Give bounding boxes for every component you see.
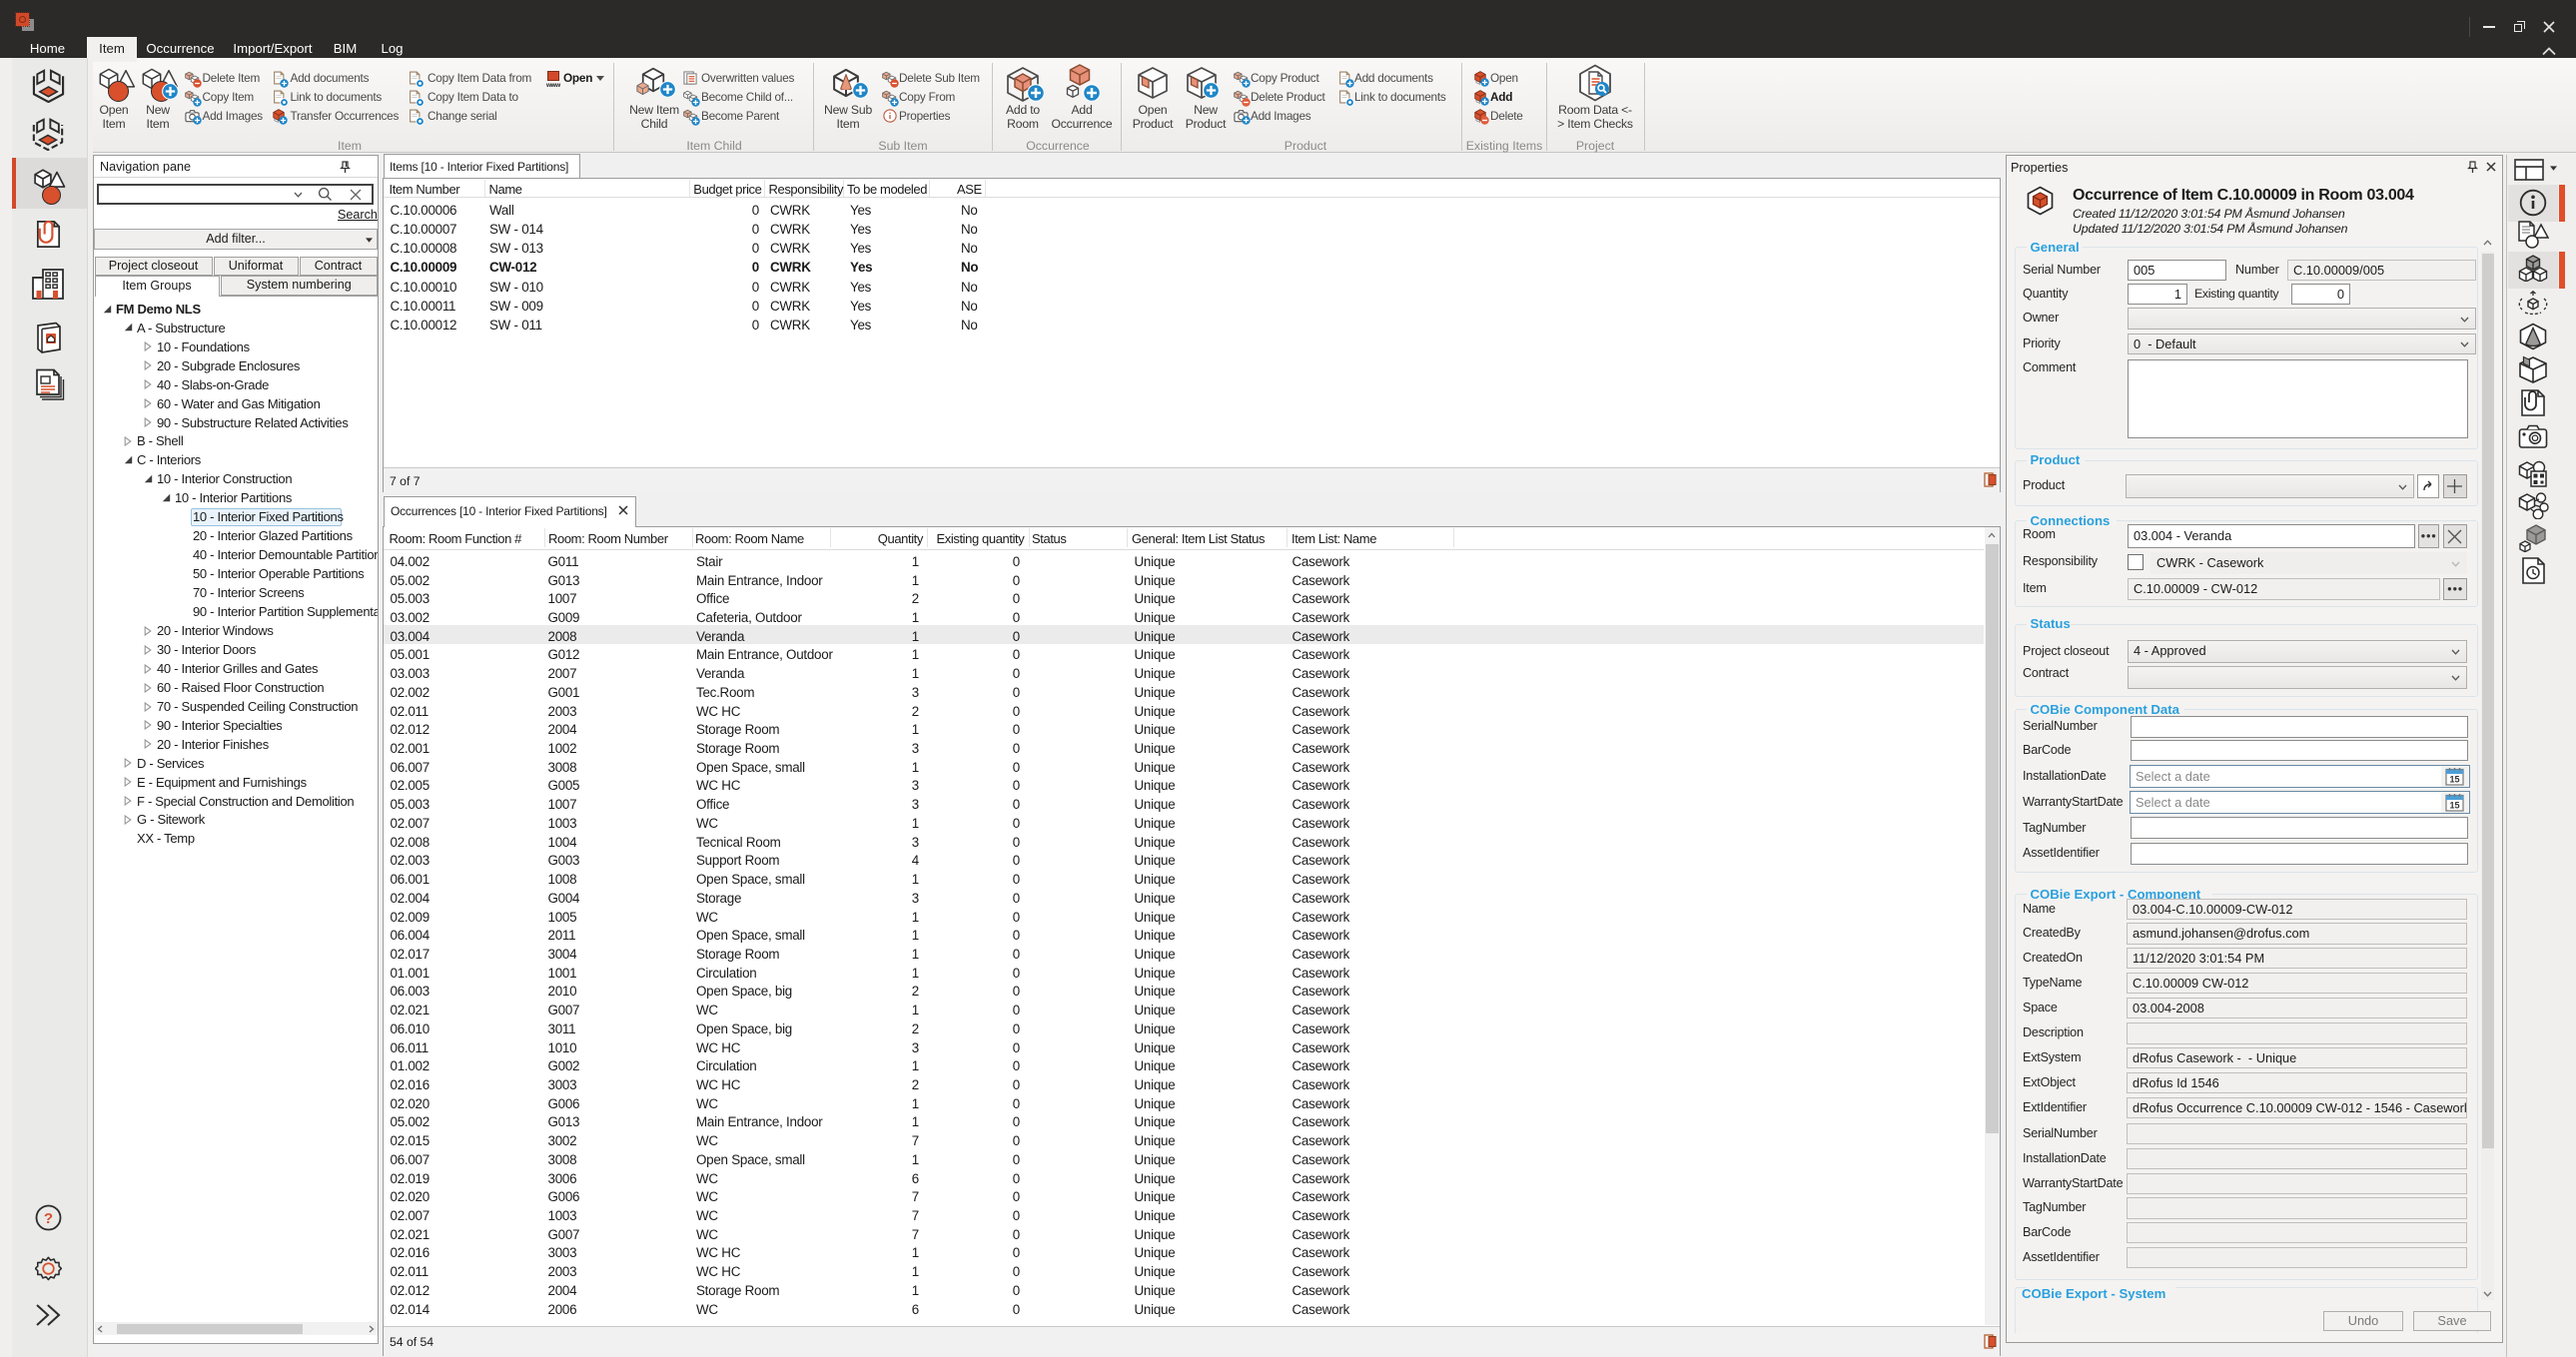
svg-text:?: ? [44, 1210, 53, 1227]
svg-text:15: 15 [2449, 800, 2459, 810]
svg-text:15: 15 [2449, 774, 2459, 784]
